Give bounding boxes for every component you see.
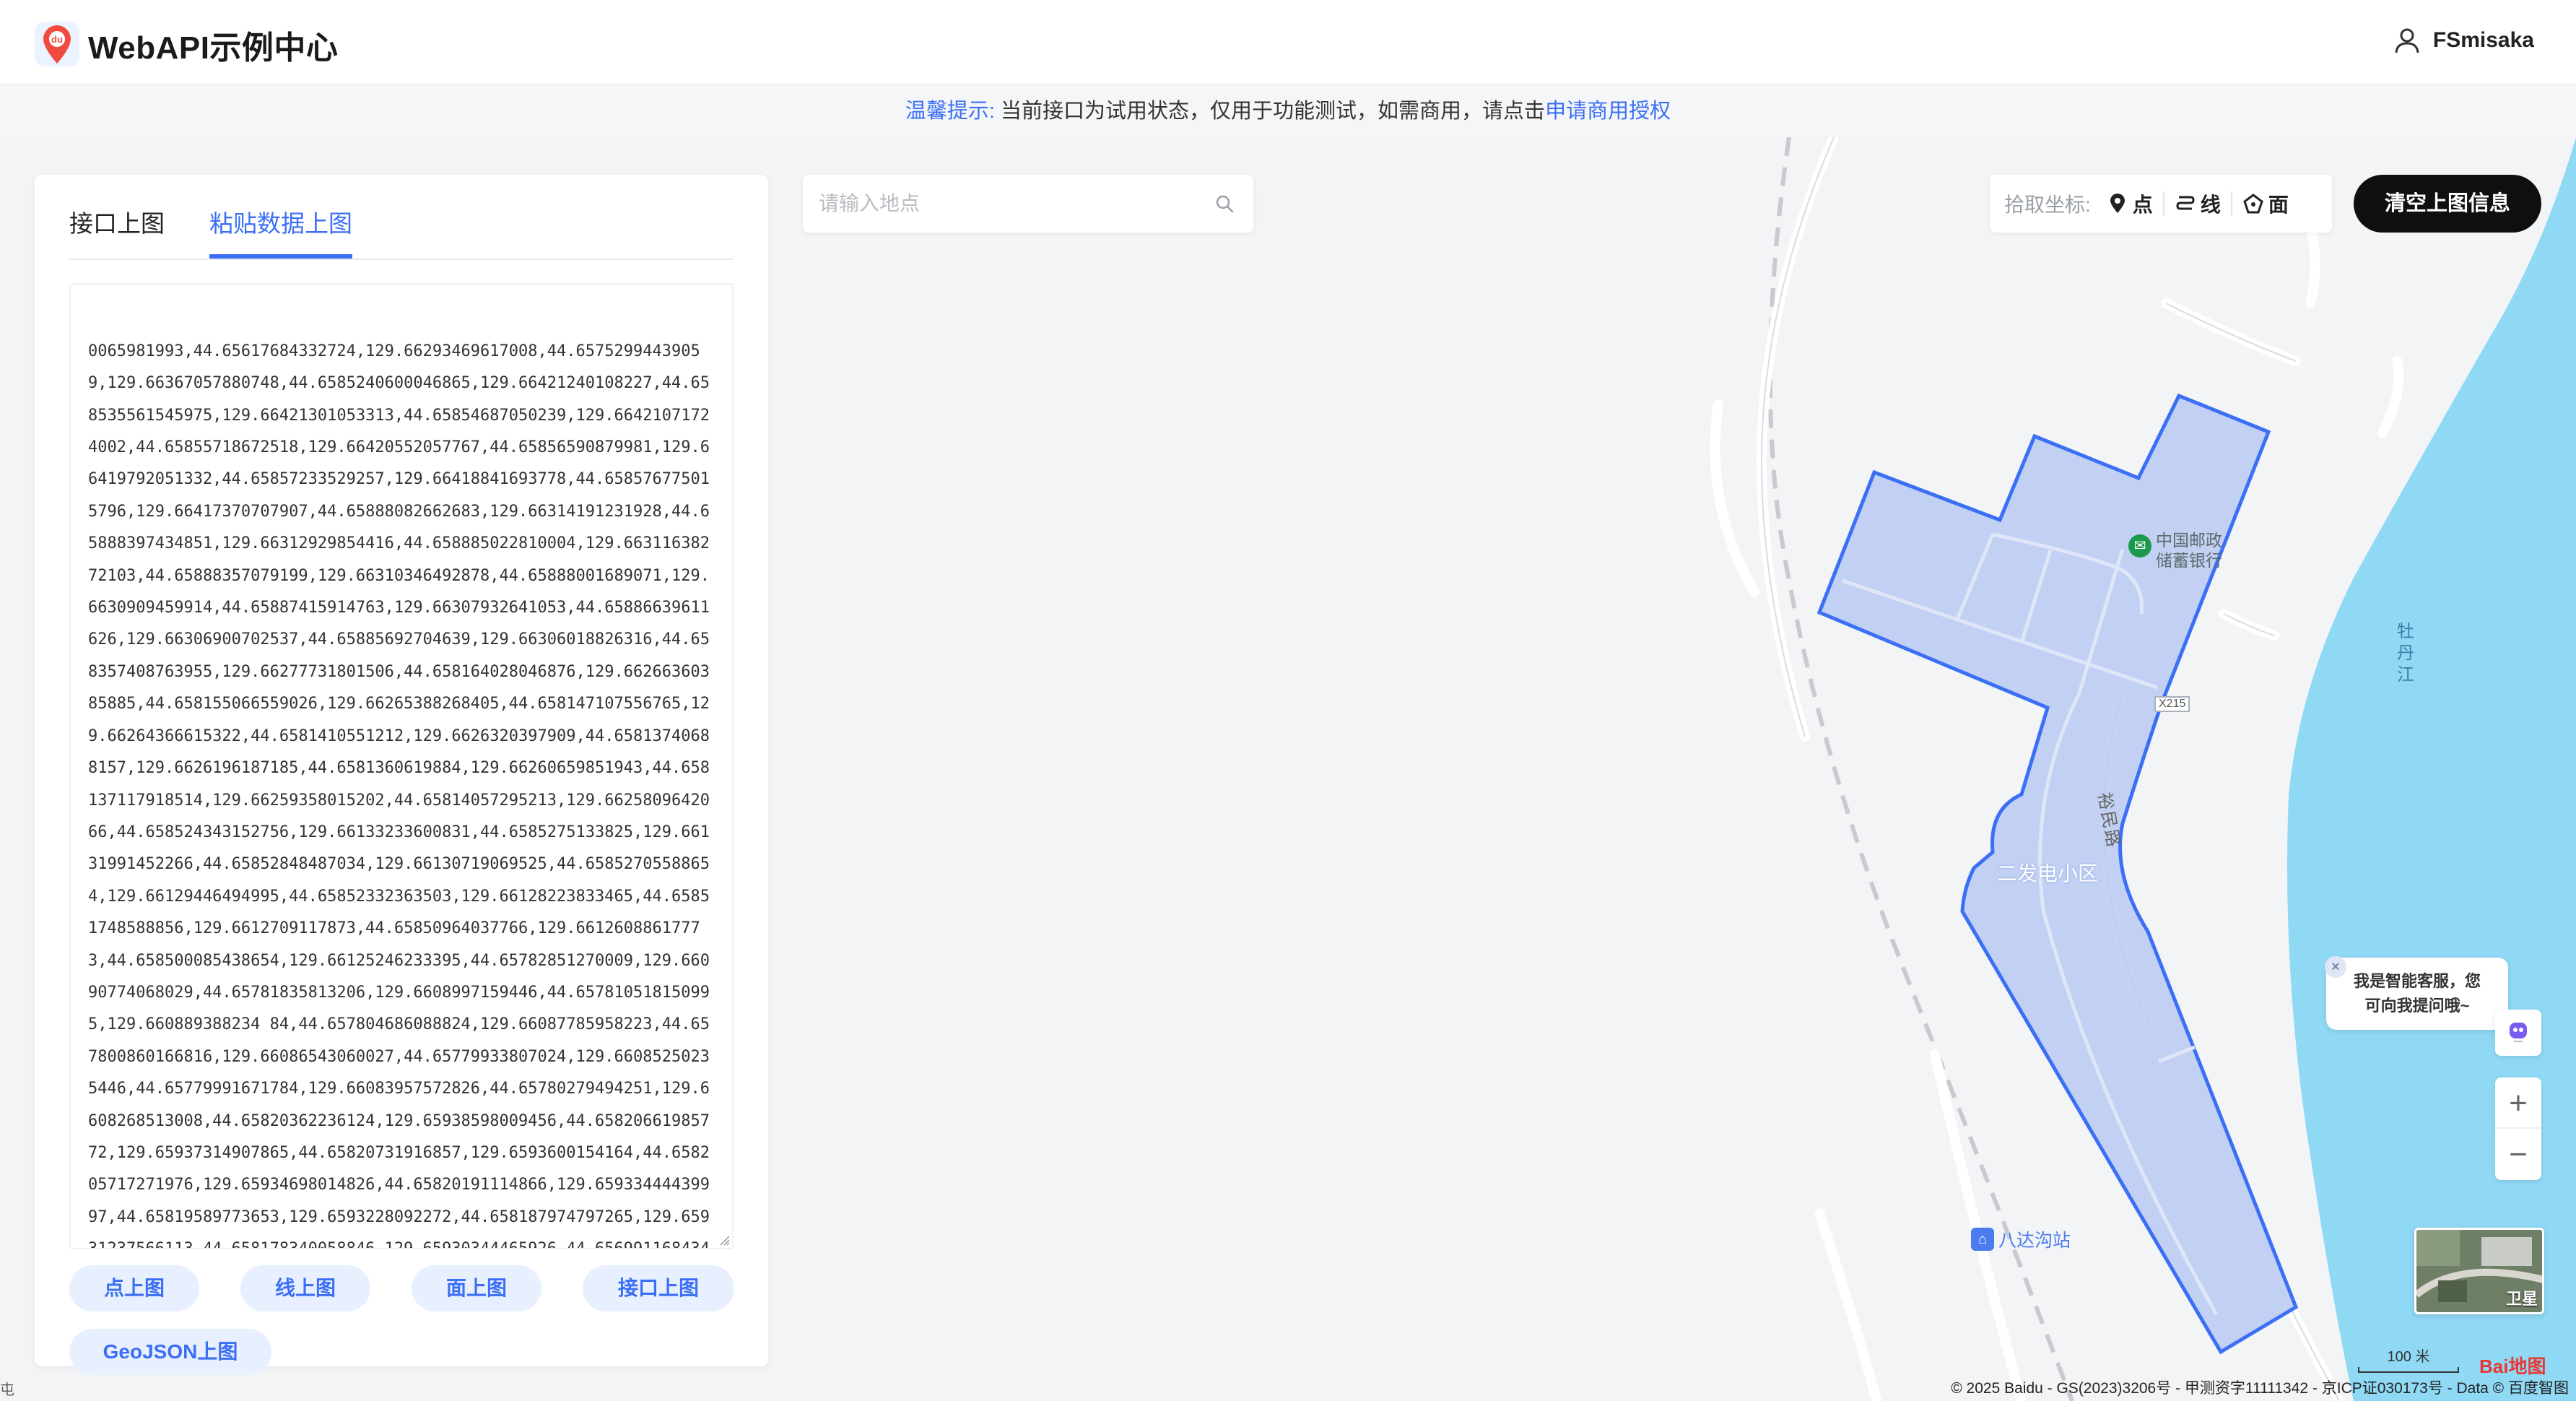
station-poi[interactable]: ⌂ 八达沟站: [1971, 1226, 2071, 1252]
satellite-label: 卫星: [2505, 1290, 2538, 1308]
baidu-logo: Bai地图: [2479, 1356, 2546, 1377]
assistant-bubble[interactable]: × 我是智能客服，您 可向我提问哦~: [2325, 956, 2508, 1030]
bank-label-line1: 中国邮政: [2156, 531, 2222, 550]
pick-polygon-label: 面: [2268, 194, 2289, 216]
search-icon[interactable]: [1214, 194, 1235, 214]
data-panel: 接口上图 粘贴数据上图 0065981993,44.65617684332724…: [35, 175, 768, 1375]
coordinates-text: 0065981993,44.65617684332724,129.6629346…: [88, 342, 710, 1249]
map-pin-icon: [2110, 194, 2125, 213]
geojson-upload-button[interactable]: GeoJSON上图: [69, 1329, 271, 1375]
user-icon: [2395, 28, 2419, 53]
station-label: 八达沟站: [1998, 1231, 2071, 1251]
place-search: [803, 175, 1253, 233]
username: FSmisaka: [2432, 28, 2534, 52]
pick-polygon-tool[interactable]: 面: [2232, 189, 2299, 218]
polyline-icon: [2176, 196, 2195, 210]
line-upload-button[interactable]: 线上图: [240, 1265, 370, 1311]
pick-point-label: 点: [2132, 194, 2153, 216]
satellite-toggle[interactable]: 卫星: [2414, 1228, 2544, 1314]
robot-icon: [2510, 1023, 2527, 1042]
search-input[interactable]: [819, 188, 1194, 220]
assistant-button[interactable]: [2495, 1010, 2541, 1056]
app-header: du WebAPI示例中心 FSmisaka: [0, 0, 2576, 85]
scale-bar: [2358, 1367, 2459, 1373]
zoom-control: + −: [2495, 1077, 2541, 1180]
tab-api-upload[interactable]: 接口上图: [69, 192, 165, 259]
map-edge-label: 屯: [0, 1382, 14, 1398]
clear-map-button[interactable]: 清空上图信息: [2354, 175, 2541, 233]
pick-coordinates-toolbar: 拾取坐标: 点 线 面: [1990, 175, 2332, 233]
notice-bar: 温馨提示: 当前接口为试用状态，仅用于功能测试，如需商用，请点击申请商用授权: [0, 85, 2576, 137]
coordinates-textarea[interactable]: 0065981993,44.65617684332724,129.6629346…: [69, 283, 734, 1249]
bank-poi[interactable]: ✉ 中国邮政 储蓄银行: [2128, 530, 2222, 571]
point-upload-button[interactable]: 点上图: [69, 1265, 199, 1311]
api-upload-button[interactable]: 接口上图: [583, 1265, 734, 1311]
bank-icon: ✉: [2128, 534, 2151, 558]
zoom-in-button[interactable]: +: [2495, 1077, 2541, 1129]
assistant-text-line2: 可向我提问哦~: [2364, 997, 2470, 1015]
map-scale: 100 米: [2358, 1345, 2459, 1373]
resize-grip-icon[interactable]: [719, 1235, 731, 1246]
svg-text:du: du: [51, 34, 63, 45]
map-copyright: © 2025 Baidu - GS(2023)3206号 - 甲测资字11111…: [1951, 1380, 2569, 1397]
zoom-out-button[interactable]: −: [2495, 1129, 2541, 1180]
bank-label-line2: 储蓄银行: [2156, 551, 2222, 570]
baidu-map-logo[interactable]: du: [33, 20, 81, 68]
pick-line-tool[interactable]: 线: [2164, 189, 2231, 218]
assistant-text-line1: 我是智能客服，您: [2353, 972, 2481, 990]
river-area: [2287, 137, 2576, 1401]
polygon-upload-button[interactable]: 面上图: [412, 1265, 541, 1311]
tab-paste-upload[interactable]: 粘贴数据上图: [209, 192, 352, 259]
river-label: 牡丹江: [2397, 622, 2414, 685]
apply-license-link[interactable]: 申请商用授权: [1545, 100, 1671, 123]
notice-tip: 温馨提示:: [905, 100, 995, 123]
panel-tabs: 接口上图 粘贴数据上图: [69, 192, 734, 260]
notice-text: 当前接口为试用状态，仅用于功能测试，如需商用，请点击: [1001, 100, 1546, 123]
polygon-icon: [2243, 194, 2263, 214]
pick-line-label: 线: [2200, 194, 2221, 216]
pick-label: 拾取坐标:: [2004, 194, 2091, 216]
brand-title[interactable]: WebAPI示例中心: [88, 22, 338, 68]
scale-label: 100 米: [2387, 1349, 2430, 1365]
close-icon[interactable]: ×: [2325, 956, 2346, 978]
district-label: 二发电小区: [1997, 862, 2099, 885]
user-menu[interactable]: FSmisaka: [2393, 26, 2534, 55]
road-badge-x215: X215: [2154, 696, 2190, 712]
bus-stop-icon: ⌂: [1971, 1228, 1994, 1251]
pick-point-tool[interactable]: 点: [2097, 189, 2163, 218]
